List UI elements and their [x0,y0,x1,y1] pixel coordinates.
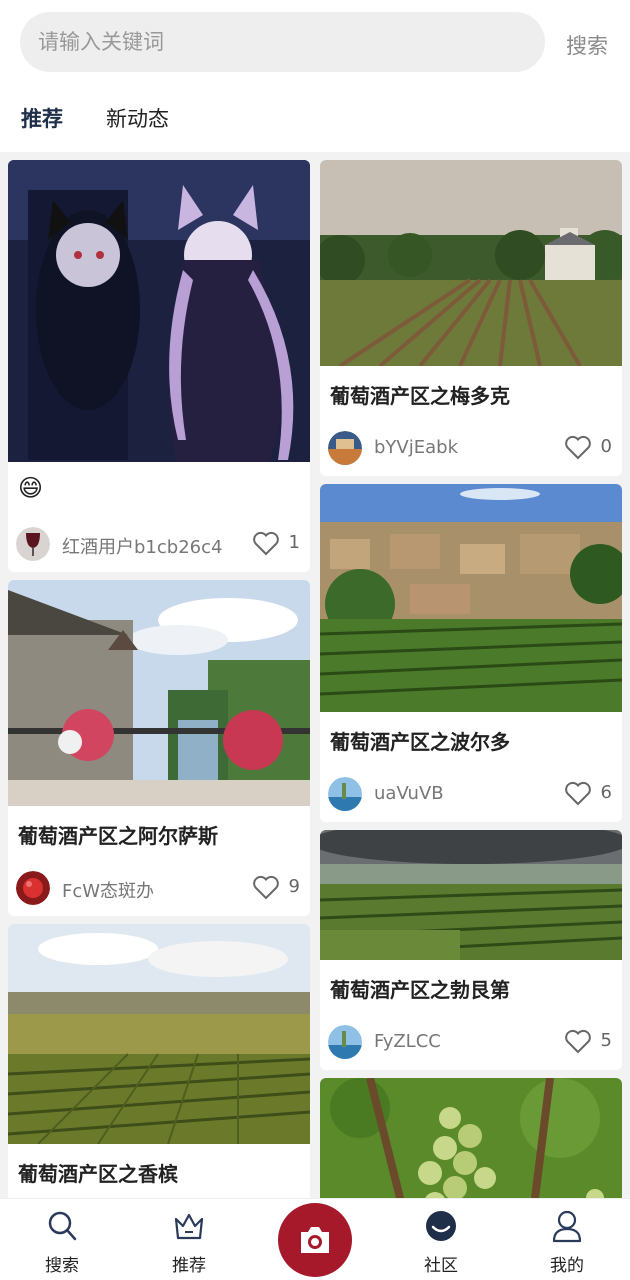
nav-community[interactable]: 社区 [401,1199,481,1280]
post-image[interactable] [8,580,310,806]
nav-recommend[interactable]: 推荐 [149,1199,229,1280]
username[interactable]: uaVuVB [374,783,444,804]
like-count: 9 [288,876,300,897]
post-meta: FyZLCC 5 [320,1014,622,1070]
tab-new-updates[interactable]: 新动态 [106,103,169,133]
like-count: 5 [600,1030,612,1051]
camera-button[interactable] [278,1203,352,1277]
nav-search[interactable]: 搜索 [22,1199,102,1280]
search-button[interactable]: 搜索 [566,30,608,60]
post-title[interactable]: 葡萄酒产区之阿尔萨斯 [8,806,310,860]
post-meta: uaVuVB 6 [320,766,622,822]
post-title[interactable]: 葡萄酒产区之梅多克 [320,366,622,420]
heart-icon[interactable] [564,780,592,806]
username[interactable]: FcW态斑办 [62,877,154,903]
username[interactable]: FyZLCC [374,1031,441,1052]
user-icon [552,1210,582,1243]
camera-icon [301,1227,329,1253]
bottom-nav: 搜索 推荐 社区 我的 [0,1198,630,1280]
post-meta: 红酒用户b1cb26c4 1 [8,516,310,572]
search-icon [48,1211,77,1241]
like-count: 0 [600,436,612,457]
avatar[interactable] [328,431,362,465]
heart-icon[interactable] [252,530,280,556]
community-icon [426,1211,456,1241]
post-card[interactable]: 葡萄酒产区之勃艮第 FyZLCC 5 [320,830,622,1070]
post-card[interactable]: 😄 红酒用户b1cb26c4 1 [8,160,310,572]
crown-icon [174,1213,204,1240]
search-box[interactable] [20,12,545,72]
post-image[interactable] [8,924,310,1144]
post-meta: bYVjEabk 0 [320,420,622,476]
post-image[interactable] [320,160,622,366]
like-count: 6 [600,782,612,803]
heart-icon[interactable] [252,874,280,900]
feed-column-right: 葡萄酒产区之梅多克 bYVjEabk 0 葡萄酒产区之波尔多 uaVuVB 6 … [320,160,622,1198]
post-image[interactable] [8,160,310,462]
post-feed: 😄 红酒用户b1cb26c4 1 葡萄酒产区之阿尔萨斯 FcW态斑办 9 葡萄酒… [0,152,630,1198]
username[interactable]: bYVjEabk [374,437,458,458]
avatar[interactable] [328,1025,362,1059]
avatar[interactable] [16,527,50,561]
post-title[interactable]: 葡萄酒产区之勃艮第 [320,960,622,1014]
post-card[interactable] [320,1078,622,1198]
post-image[interactable] [320,1078,622,1198]
post-image[interactable] [320,484,622,712]
post-image[interactable] [320,830,622,960]
nav-profile[interactable]: 我的 [527,1199,607,1280]
post-title[interactable]: 葡萄酒产区之香槟 [8,1144,310,1198]
post-emoji: 😄 [18,474,44,502]
post-meta: FcW态斑办 9 [8,860,310,916]
tab-recommend[interactable]: 推荐 [21,103,63,133]
nav-label: 推荐 [172,1256,206,1276]
search-input[interactable] [20,12,545,72]
avatar[interactable] [16,871,50,905]
heart-icon[interactable] [564,434,592,460]
post-card[interactable]: 葡萄酒产区之波尔多 uaVuVB 6 [320,484,622,822]
heart-icon[interactable] [564,1028,592,1054]
top-bar: 搜索 推荐 新动态 [0,0,630,152]
post-card[interactable]: 葡萄酒产区之梅多克 bYVjEabk 0 [320,160,622,476]
post-card[interactable]: 葡萄酒产区之香槟 [8,924,310,1198]
post-title[interactable]: 葡萄酒产区之波尔多 [320,712,622,766]
post-card[interactable]: 葡萄酒产区之阿尔萨斯 FcW态斑办 9 [8,580,310,916]
nav-label: 社区 [424,1256,458,1276]
avatar[interactable] [328,777,362,811]
like-count: 1 [288,532,300,553]
feed-column-left: 😄 红酒用户b1cb26c4 1 葡萄酒产区之阿尔萨斯 FcW态斑办 9 葡萄酒… [8,160,310,1198]
nav-label: 我的 [550,1256,584,1276]
nav-label: 搜索 [45,1256,79,1276]
username[interactable]: 红酒用户b1cb26c4 [62,533,222,559]
